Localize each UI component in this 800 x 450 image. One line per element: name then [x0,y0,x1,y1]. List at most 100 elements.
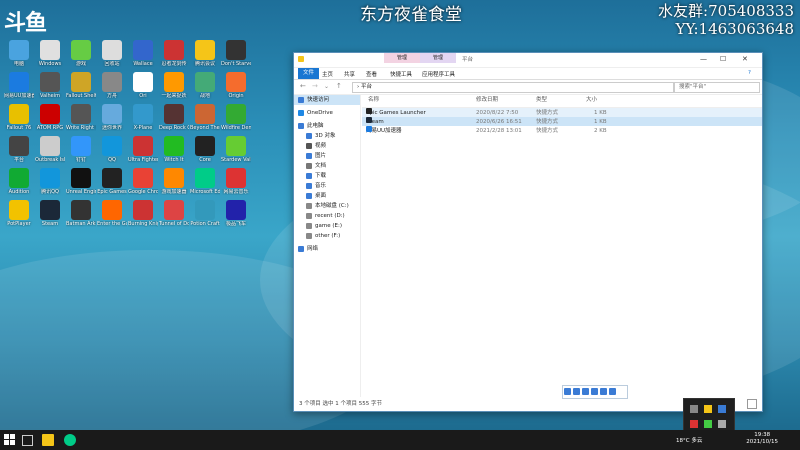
desktop-icon[interactable]: Ori [128,72,158,99]
tray-icon[interactable] [718,405,726,413]
nav-item[interactable]: OneDrive [294,108,360,118]
tool-icon[interactable] [600,388,607,395]
windows-start-icon[interactable] [4,434,16,446]
view-toggle-icon[interactable] [747,399,757,409]
clock[interactable]: 19:38 2021/10/15 [746,432,778,446]
tool-icon[interactable] [564,388,571,395]
nav-item[interactable]: 快速访问 [294,95,360,105]
desktop-icon[interactable]: Stardew Valley [221,136,251,163]
desktop-icon[interactable]: Fallout 76 [4,104,34,131]
desktop-icon[interactable]: Potion Craft [190,200,220,227]
nav-item[interactable]: 桌面 [294,191,360,201]
edge-taskbar-icon[interactable] [64,434,76,446]
desktop-icon[interactable]: Outbreak Island [35,136,65,163]
nav-item[interactable]: 下载 [294,171,360,181]
file-explorer-window[interactable]: 管理 管理 平台 — ☐ ✕ 文件 主页 共享 查看 快捷工具 应用程序工具 ?… [293,52,763,412]
title-bar[interactable]: 管理 管理 平台 — ☐ ✕ [294,53,762,68]
col-date[interactable]: 修改日期 [476,95,498,105]
col-name[interactable]: 名称 [368,95,379,105]
help-icon[interactable]: ? [748,70,751,76]
desktop-icon[interactable]: 网易UU加速器 [4,72,34,99]
nav-item[interactable]: 3D 对象 [294,131,360,141]
desktop-icon[interactable]: X-Plane [128,104,158,131]
gear-icon[interactable] [609,388,616,395]
desktop-icon[interactable]: 腾讯会议 [190,40,220,67]
tab-file[interactable]: 文件 [298,68,320,79]
nav-item[interactable]: 视频 [294,141,360,151]
file-row[interactable]: Steam 2020/6/26 16:51 快捷方式 1 KB [362,117,762,126]
desktop-icon[interactable]: 战地 [190,72,220,99]
search-input[interactable]: 搜索"平台" [674,82,760,93]
desktop-icon[interactable]: 迷你世界 [97,104,127,131]
tray-icon[interactable] [704,405,712,413]
desktop-icon[interactable]: Wallace [128,40,158,67]
nav-item[interactable]: game (E:) [294,221,360,231]
recent-chevron-icon[interactable]: ⌄ [324,83,329,90]
desktop-icon[interactable]: Valheim [35,72,65,99]
tab-shortcut-tools[interactable]: 快捷工具 [390,70,412,78]
desktop-icon[interactable]: Batman Arkham [66,200,96,227]
desktop-icon[interactable]: Enter the Gungeon [97,200,127,227]
nav-item[interactable]: 音乐 [294,181,360,191]
desktop-icon[interactable]: Tunnel of Doom [159,200,189,227]
context-tab-manage-1[interactable]: 管理 [384,53,420,63]
tray-icon[interactable] [690,420,698,428]
desktop-icon[interactable]: 游戏 [66,40,96,67]
desktop-icon[interactable]: Fallout Shelter [66,72,96,99]
desktop-icon[interactable]: Burning Knight [128,200,158,227]
forward-icon[interactable]: → [312,82,318,90]
tab-share[interactable]: 共享 [344,70,355,78]
desktop-icon[interactable]: Windows [35,40,65,67]
back-icon[interactable]: ← [300,82,306,90]
minimize-icon[interactable]: — [700,55,707,63]
address-bar[interactable]: › 平台 [352,82,674,93]
desktop-icon[interactable]: PotPlayer [4,200,34,227]
desktop-icon[interactable]: 平台 [4,136,34,163]
weather-text[interactable]: 18°C 多云 [676,436,702,444]
floating-toolbar[interactable] [562,385,628,399]
nav-item[interactable]: 文档 [294,161,360,171]
desktop-icon[interactable]: 回收站 [97,40,127,67]
tool-icon[interactable] [591,388,598,395]
task-view-icon[interactable] [22,435,33,446]
tab-view[interactable]: 查看 [366,70,377,78]
desktop-icon[interactable]: QQ [97,136,127,163]
desktop-icon[interactable]: 忍者龙剑传 [159,40,189,67]
tab-app-tools[interactable]: 应用程序工具 [422,70,455,78]
nav-item[interactable]: 图片 [294,151,360,161]
file-row[interactable]: 网易UU加速器 2021/2/28 13:01 快捷方式 2 KB [362,126,762,135]
desktop-icon[interactable]: 方舟 [97,72,127,99]
tool-icon[interactable] [573,388,580,395]
desktop-icon[interactable]: Audition [4,168,34,195]
nav-item[interactable]: 本地磁盘 (C:) [294,201,360,211]
nav-item[interactable]: 网络 [294,244,360,254]
desktop-icon[interactable]: 钉钉 [66,136,96,163]
desktop-icon[interactable]: Microsoft Edge [190,168,220,195]
desktop-icon[interactable]: 腾讯QQ [35,168,65,195]
context-tab-manage-2[interactable]: 管理 [420,53,456,63]
desktop-icon[interactable]: ATOM RPG [35,104,65,131]
desktop-icon[interactable]: Ultra Fighter [128,136,158,163]
up-icon[interactable]: ↑ [336,82,342,90]
desktop-icon[interactable]: 网易云音乐 [221,168,251,195]
desktop-icon[interactable]: Steam [35,200,65,227]
tray-icon[interactable] [690,405,698,413]
desktop-icon[interactable]: 一起来捉妖 [159,72,189,99]
tool-icon[interactable] [582,388,589,395]
nav-item[interactable]: recent (D:) [294,211,360,221]
nav-item[interactable]: other (F:) [294,231,360,241]
col-size[interactable]: 大小 [586,95,597,105]
file-explorer-taskbar-icon[interactable] [42,434,54,446]
desktop-icon[interactable]: Don't Starve Together [221,40,251,67]
desktop-icon[interactable]: Wildfire Demo [221,104,251,131]
desktop-icon[interactable]: Beyond The Storm [190,104,220,131]
desktop-icon[interactable]: Google Chrome [128,168,158,195]
tray-icon[interactable] [718,420,726,428]
desktop-icon[interactable]: Deep Rock Galactic [159,104,189,131]
maximize-icon[interactable]: ☐ [720,55,726,63]
desktop-icon[interactable]: Core [190,136,220,163]
desktop-icon[interactable]: 电脑 [4,40,34,67]
desktop-icon[interactable]: Witch It [159,136,189,163]
col-type[interactable]: 类型 [536,95,547,105]
desktop-icon[interactable]: Unreal Engine [66,168,96,195]
